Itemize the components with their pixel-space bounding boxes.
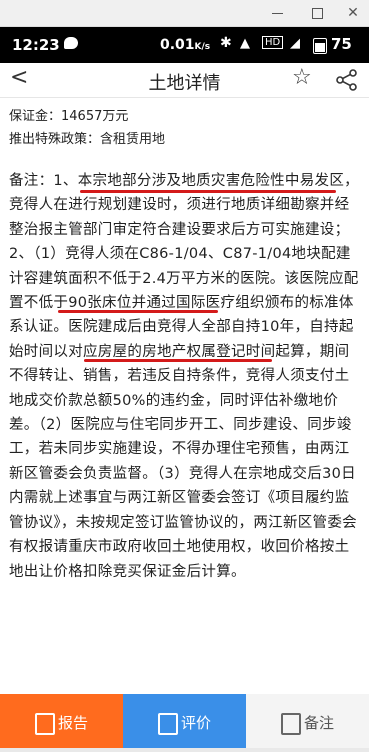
evaluate-tab[interactable]: 评价	[123, 694, 246, 752]
network-speed: 0.01K/s	[160, 37, 210, 53]
report-tab[interactable]: 报告	[0, 694, 123, 752]
window-maximize-button[interactable]	[302, 0, 332, 26]
page-title: 土地详情	[148, 73, 221, 94]
status-time: 12:23	[12, 36, 60, 54]
top-navigation: < 土地详情 ☆	[0, 63, 369, 98]
deposit-text: 保证金：14657万元	[9, 109, 129, 124]
notes-text: 备注：1、本宗地部分涉及地质灾害危险性中易发区，竞得人在进行规划建设时，须进行地…	[9, 173, 359, 580]
note-tab-label: 备注	[304, 714, 335, 732]
maximize-icon	[312, 8, 323, 19]
window-titlebar: ✕	[0, 0, 369, 27]
chat-notification-icon	[64, 37, 78, 49]
phone-status-bar: 12:23 0.01K/s ✱ ▲ HD ◢ 75	[0, 27, 369, 63]
evaluate-icon	[158, 713, 178, 735]
favorite-star-icon[interactable]: ☆	[292, 65, 312, 90]
bluetooth-icon: ✱	[220, 35, 232, 51]
report-icon	[35, 713, 55, 735]
window-close-button[interactable]: ✕	[338, 0, 368, 26]
battery-level: 75	[331, 35, 352, 53]
highlight-underline	[58, 310, 218, 313]
bottom-divider	[0, 748, 369, 752]
signal-icon: ▲	[240, 36, 250, 51]
policy-text: 推出特殊政策：含租赁用地	[9, 132, 166, 147]
battery-icon	[313, 38, 327, 54]
window-minimize-button[interactable]	[262, 0, 292, 26]
hd-icon: HD	[262, 36, 284, 49]
share-icon[interactable]	[335, 69, 359, 91]
note-icon	[281, 713, 301, 735]
land-detail-content: 保证金：14657万元 推出特殊政策：含租赁用地 备注：1、本宗地部分涉及地质灾…	[0, 97, 369, 694]
note-tab[interactable]: 备注	[246, 694, 369, 752]
highlight-underline	[80, 190, 336, 193]
network-speed-unit: K/s	[194, 42, 211, 52]
signal-strength-icon: ◢	[290, 36, 300, 51]
minimize-icon	[272, 13, 283, 14]
bottom-action-bar: 报告 评价 备注	[0, 694, 369, 752]
network-speed-value: 0.01	[160, 37, 195, 53]
evaluate-tab-label: 评价	[181, 714, 212, 732]
report-tab-label: 报告	[58, 714, 89, 732]
highlight-underline	[84, 359, 272, 362]
